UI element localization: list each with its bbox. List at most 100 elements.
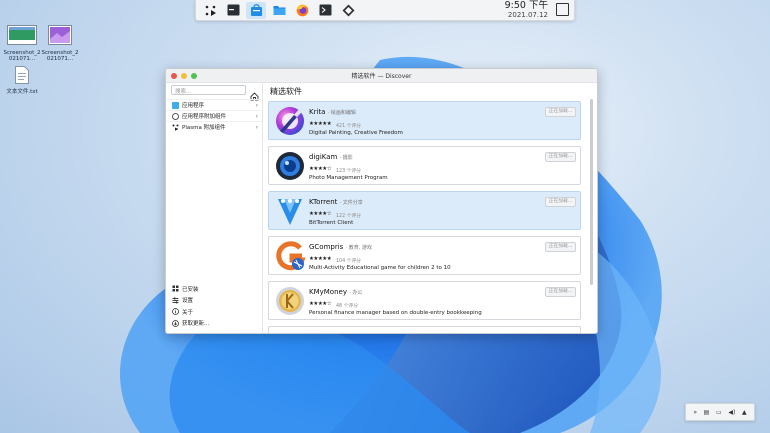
- system-tray: » ▤ ▭ ◀) ▲: [685, 403, 755, 421]
- applications-icon: [172, 101, 179, 109]
- rating-count: 48 个评分: [336, 304, 359, 309]
- file-manager-icon[interactable]: [269, 2, 289, 19]
- about-icon: [172, 308, 179, 316]
- launcher-icon[interactable]: [200, 2, 220, 19]
- app-category: · 文件分享: [339, 200, 363, 206]
- installed-icon: [172, 285, 179, 292]
- addons-icon: [172, 112, 179, 120]
- krita-icon: [276, 107, 304, 135]
- rating-count: 104 个评分: [336, 259, 362, 264]
- app-description: Multi-Activity Educational game for chil…: [309, 265, 451, 271]
- rating-count: 421 个评分: [336, 124, 362, 129]
- clock[interactable]: 9:50 下午 2021.07.12: [504, 0, 548, 20]
- install-button[interactable]: 正在加载...: [545, 197, 576, 207]
- search-input[interactable]: 搜索...: [171, 85, 246, 95]
- install-button[interactable]: 正在加载...: [545, 107, 576, 117]
- sidebar-item-updates[interactable]: 获取更新...: [166, 318, 263, 330]
- sidebar-item-label: 应用程序: [182, 103, 205, 109]
- sidebar-item-applications[interactable]: 应用程序 ›: [166, 99, 263, 110]
- sidebar-item-plasma-addons[interactable]: Plasma 附加组件 ›: [166, 121, 263, 132]
- app-card-gcompris[interactable]: GCompris · 教育, 游戏 ★★★★★ 104 个评分 Multi-Ac…: [268, 236, 581, 275]
- sidebar-item-label: 应用程序附加组件: [182, 114, 227, 120]
- sidebar: 搜索... 应用程序 › 应用程序附加组件 › Plasma 附加组件 › 已安…: [166, 83, 263, 333]
- app-category: · 绘画和编辑: [327, 110, 356, 116]
- rating-count: 122 个评分: [336, 214, 362, 219]
- app-card-ktorrent[interactable]: KTorrent · 文件分享 ★★★★☆ 122 个评分 BitTorrent…: [268, 191, 581, 230]
- sidebar-item-label: 设置: [182, 298, 194, 305]
- page-title: 精选软件: [270, 87, 302, 96]
- discover-store-icon[interactable]: [246, 1, 266, 19]
- star-rating: ★★★★★: [309, 256, 332, 262]
- drive-manager-icon[interactable]: [338, 2, 358, 19]
- scrollbar[interactable]: [590, 99, 593, 285]
- main-content: 精选软件 Krita · 绘画和编辑 ★★★★★ 421 个评分 Digital…: [264, 83, 597, 333]
- chevron-right-icon: ›: [255, 113, 258, 120]
- sidebar-item-label: 获取更新...: [182, 321, 210, 328]
- chevron-right-icon: ›: [255, 124, 258, 131]
- desktop-icon-screenshot-1[interactable]: Screenshot_2021071...: [2, 25, 42, 62]
- sidebar-item-installed[interactable]: 已安装: [166, 283, 263, 295]
- window-title: 精选软件 — Discover: [351, 73, 412, 80]
- app-description: BitTorrent Client: [309, 220, 354, 226]
- clock-time: 9:50 下午: [504, 0, 548, 11]
- app-card-partial[interactable]: [268, 326, 581, 333]
- app-card-krita[interactable]: Krita · 绘画和编辑 ★★★★★ 421 个评分 Digital Pain…: [268, 101, 581, 140]
- ktorrent-icon: [278, 199, 302, 225]
- digikam-icon: [276, 152, 304, 180]
- star-rating: ★★★★☆: [309, 211, 332, 217]
- chevron-up-icon[interactable]: ▲: [742, 409, 747, 416]
- firefox-icon[interactable]: [292, 2, 312, 19]
- app-name: Krita · 绘画和编辑: [309, 108, 356, 116]
- home-icon[interactable]: [250, 86, 259, 101]
- desktop-icon-text-file[interactable]: 文本文件.txt: [2, 66, 42, 95]
- desktop-icon-screenshot-2[interactable]: Screenshot_2021071...: [40, 25, 80, 62]
- desktop-icon-label: 文本文件.txt: [6, 89, 38, 95]
- window-titlebar[interactable]: 精选软件 — Discover: [166, 69, 597, 83]
- sidebar-item-app-addons[interactable]: 应用程序附加组件 ›: [166, 110, 263, 121]
- volume-icon[interactable]: ◀): [728, 409, 735, 416]
- star-rating: ★★★★★: [309, 121, 332, 127]
- show-desktop-button[interactable]: [556, 3, 569, 16]
- star-rating: ★★★★☆: [309, 166, 332, 172]
- plasma-icon: [172, 124, 179, 131]
- update-icon: [172, 319, 179, 327]
- top-panel: 9:50 下午 2021.07.12: [195, 0, 575, 21]
- app-category: · 摄影: [339, 155, 353, 161]
- clipboard-icon[interactable]: ▤: [704, 409, 710, 416]
- kmymoney-icon: [276, 287, 304, 315]
- discover-window: 精选软件 — Discover 搜索... 应用程序 › 应用程序附加组件 › …: [165, 68, 598, 334]
- app-name: digiKam · 摄影: [309, 153, 353, 161]
- gcompris-icon: [276, 241, 306, 271]
- category-list: 应用程序 › 应用程序附加组件 › Plasma 附加组件 ›: [166, 99, 263, 132]
- network-icon[interactable]: ▭: [716, 409, 722, 416]
- screenshot-image-icon: [48, 25, 72, 45]
- install-button[interactable]: 正在加载...: [545, 287, 576, 297]
- star-rating: ★★★★☆: [309, 301, 332, 307]
- app-description: Personal finance manager based on double…: [309, 310, 482, 316]
- app-card-digikam[interactable]: digiKam · 摄影 ★★★★☆ 123 个评分 Photo Managem…: [268, 146, 581, 185]
- install-button[interactable]: 正在加载...: [545, 242, 576, 252]
- app-card-kmymoney[interactable]: KMyMoney · 办公 ★★★★☆ 48 个评分 Personal fina…: [268, 281, 581, 320]
- app-description: Photo Management Program: [309, 175, 388, 181]
- install-button[interactable]: 正在加载...: [545, 152, 576, 162]
- app-name: GCompris · 教育, 游戏: [309, 243, 372, 251]
- app-category: · 教育, 游戏: [345, 245, 372, 251]
- window-manager-icon[interactable]: [223, 2, 243, 19]
- clock-date: 2021.07.12: [507, 11, 548, 19]
- screenshot-image-icon: [7, 25, 37, 45]
- media-icon[interactable]: »: [693, 409, 697, 416]
- app-category: · 办公: [349, 290, 363, 296]
- sidebar-item-settings[interactable]: 设置: [166, 295, 263, 307]
- sidebar-item-about[interactable]: 关于: [166, 306, 263, 318]
- sidebar-bottom-actions: 已安装 设置 关于 获取更新...: [166, 283, 263, 329]
- app-name: KMyMoney · 办公: [309, 288, 363, 296]
- text-file-icon: [15, 66, 29, 84]
- terminal-icon[interactable]: [315, 2, 335, 19]
- rating-count: 123 个评分: [336, 169, 362, 174]
- sidebar-item-label: 关于: [182, 309, 194, 316]
- sidebar-item-label: 已安装: [182, 286, 199, 293]
- app-description: Digital Painting, Creative Freedom: [309, 130, 403, 136]
- desktop-icon-label: Screenshot_2021071...: [41, 50, 79, 62]
- settings-icon: [172, 297, 179, 304]
- sidebar-item-label: Plasma 附加组件: [182, 125, 226, 131]
